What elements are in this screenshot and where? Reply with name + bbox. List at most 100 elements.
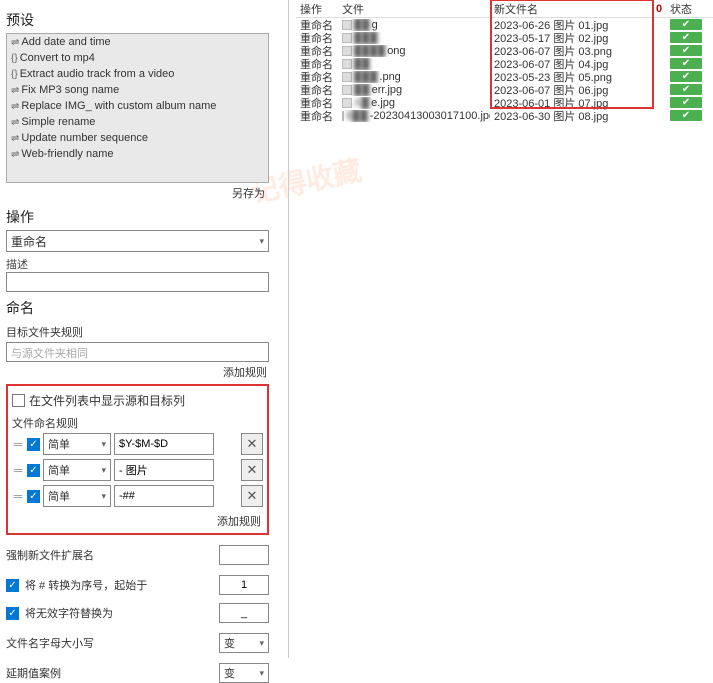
cell-status: ✔ [666,58,704,69]
preset-label: Convert to mp4 [20,52,95,64]
preset-prefix-icon: ⇌ [11,133,19,144]
file-icon [342,72,352,82]
th-file[interactable]: 文件 [338,1,490,17]
delete-rule-button[interactable]: ✕ [241,433,263,455]
rule-type-select[interactable]: 简单▾ [43,433,111,455]
action-select[interactable]: 重命名 ▾ [6,230,269,252]
rule-value-input[interactable] [114,433,214,455]
action-selected: 重命名 [11,233,47,250]
cell-file: A█e.jpg [338,97,490,109]
table-row[interactable]: 重命名$██-20230413003017100.jpg2023-06-30 图… [296,109,713,122]
rule-checkbox[interactable]: ✓ [27,490,40,503]
force-ext-input[interactable] [219,545,269,565]
drag-handle-icon[interactable]: ═ [12,437,24,451]
invalid-char-label: 将无效字符替换为 [25,605,213,621]
preset-label: Web-friendly name [21,148,113,160]
preset-item[interactable]: {}Extract audio track from a video [7,66,268,82]
rule-type-select[interactable]: 简单▾ [43,485,111,507]
cell-file: ████ong [338,45,490,57]
cell-file: $██-20230413003017100.jpg [338,110,490,122]
replace-hash-input[interactable] [219,575,269,595]
chevron-down-icon: ▾ [259,236,264,247]
check-icon: ✔ [670,97,702,108]
rule-row: ═✓简单▾ ✕ [12,485,263,507]
case-label: 文件名字母大小写 [6,635,219,651]
cell-status: ✔ [666,32,704,43]
panel-divider [288,0,289,658]
drag-handle-icon[interactable]: ═ [12,489,24,503]
cell-file: ███.png [338,71,490,83]
th-status[interactable]: 状态 [666,1,704,17]
case-select[interactable]: 变 ▾ [219,633,269,653]
add-folder-rule-button[interactable]: 添加规则 [6,362,269,380]
presets-list[interactable]: ⇌Add date and time{}Convert to mp4{}Extr… [6,33,269,183]
file-icon [342,59,352,69]
desc-label: 描述 [6,256,269,272]
target-folder-label: 目标文件夹规则 [6,324,269,340]
file-rules-section: 在文件列表中显示源和目标列 文件命名规则 ═✓简单▾✕═✓简单▾✕═✓简单▾✕ … [6,384,269,535]
drag-handle-icon[interactable]: ═ [12,463,24,477]
th-flag[interactable]: 0 [652,3,666,15]
invalid-char-input[interactable] [219,603,269,623]
delete-rule-button[interactable]: ✕ [241,485,263,507]
target-folder-value[interactable]: 与源文件夹相同 [6,342,269,362]
add-file-rule-button[interactable]: 添加规则 [12,511,263,529]
preset-prefix-icon: ⇌ [11,149,19,160]
preset-item[interactable]: ⇌Simple rename [7,114,268,130]
file-icon [342,111,344,121]
preset-prefix-icon: ⇌ [11,101,19,112]
preset-label: Add date and time [21,36,110,48]
rule-checkbox[interactable]: ✓ [27,464,40,477]
replace-hash-label: 将 # 转换为序号，起始于 [25,577,213,593]
preset-prefix-icon: ⇌ [11,37,19,48]
file-icon [342,20,352,30]
preset-label: Extract audio track from a video [20,68,175,80]
rule-row: ═✓简单▾ ✕ [12,433,263,455]
right-panel: 操作 文件 新文件名 0 状态 重命名██g2023-06-26 图片 01.j… [296,0,713,122]
force-ext-label: 强制新文件扩展名 [6,547,219,563]
rule-value-input[interactable] [114,485,214,507]
delay-label: 延期值案例 [6,665,219,681]
preset-item[interactable]: ⇌Web-friendly name [7,146,268,162]
th-op[interactable]: 操作 [296,1,338,17]
preset-item[interactable]: ⇌Add date and time [7,34,268,50]
preset-label: Simple rename [21,116,95,128]
preset-prefix-icon: {} [11,53,18,64]
replace-hash-checkbox[interactable]: ✓ [6,579,19,592]
cell-file: ██g [338,19,490,31]
file-rule-label: 文件命名规则 [12,415,263,431]
cell-file: ███ [338,32,490,44]
preset-item[interactable]: ⇌Replace IMG_ with custom album name [7,98,268,114]
delay-select[interactable]: 变 ▾ [219,663,269,683]
left-panel: 预设 ⇌Add date and time{}Convert to mp4{}E… [0,0,275,658]
cell-file: ██err.jpg [338,84,490,96]
desc-input[interactable] [6,272,269,292]
save-as-button[interactable]: 另存为 [6,183,269,201]
preset-prefix-icon: ⇌ [11,117,19,128]
naming-title: 命名 [6,298,269,318]
invalid-char-checkbox[interactable]: ✓ [6,607,19,620]
check-icon: ✔ [670,71,702,82]
cell-status: ✔ [666,97,704,108]
cell-status: ✔ [666,19,704,30]
preset-label: Fix MP3 song name [21,84,119,96]
rule-value-input[interactable] [114,459,214,481]
delete-rule-button[interactable]: ✕ [241,459,263,481]
preset-item[interactable]: {}Convert to mp4 [7,50,268,66]
rule-type-select[interactable]: 简单▾ [43,459,111,481]
cell-file: ██ [338,58,490,70]
preset-label: Replace IMG_ with custom album name [21,100,216,112]
file-icon [342,85,352,95]
action-title: 操作 [6,207,269,227]
show-src-target-checkbox[interactable] [12,394,25,407]
file-icon [342,98,352,108]
check-icon: ✔ [670,58,702,69]
rule-checkbox[interactable]: ✓ [27,438,40,451]
check-icon: ✔ [670,19,702,30]
preset-item[interactable]: ⇌Update number sequence [7,130,268,146]
chevron-down-icon: ▾ [101,491,106,502]
file-icon [342,46,352,56]
th-new[interactable]: 新文件名 [490,1,652,17]
preset-item[interactable]: ⇌Fix MP3 song name [7,82,268,98]
preset-label: Update number sequence [21,132,148,144]
